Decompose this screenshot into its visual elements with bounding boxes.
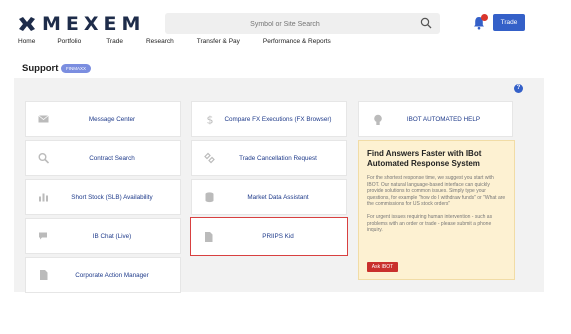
tile-compare-fx[interactable]: $ Compare FX Executions (FX Browser) xyxy=(191,101,347,137)
tile-contract-search[interactable]: Contract Search xyxy=(25,140,181,176)
tile-label: IB Chat (Live) xyxy=(92,232,132,240)
tile-label: Market Data Assistant xyxy=(247,193,309,201)
database-icon xyxy=(205,192,214,203)
site-search xyxy=(165,13,440,35)
tile-message-center[interactable]: Message Center xyxy=(25,101,181,137)
tile-label: Compare FX Executions (FX Browser) xyxy=(224,115,332,123)
help-icon[interactable]: ? xyxy=(514,84,523,93)
ask-ibot-button[interactable]: Ask IBOT xyxy=(367,262,398,272)
tile-ibot-automated-help[interactable]: IBOT AUTOMATED HELP xyxy=(358,101,513,137)
ibot-info-card: Find Answers Faster with IBot Automated … xyxy=(358,140,515,280)
tile-label: Message Center xyxy=(88,115,136,123)
tile-market-data[interactable]: Market Data Assistant xyxy=(191,179,347,215)
search-input[interactable] xyxy=(165,14,405,35)
tile-short-stock[interactable]: Short Stock (SLB) Availability xyxy=(25,179,181,215)
document-icon xyxy=(40,270,48,280)
nav-item-home[interactable]: Home xyxy=(18,38,35,45)
bar-chart-icon xyxy=(39,193,48,202)
logo-icon xyxy=(19,17,35,31)
tile-label: PRIIPS Kid xyxy=(262,233,294,240)
tile-priips-kid[interactable]: PRIIPS Kid xyxy=(190,217,348,256)
page-title: Support xyxy=(22,63,59,74)
brand-logo[interactable]: MEXEM xyxy=(18,13,145,35)
nav-item-portfolio[interactable]: Portfolio xyxy=(57,38,81,45)
account-badge: FINMAXX xyxy=(61,64,91,73)
tile-label: IBOT AUTOMATED HELP xyxy=(406,116,481,123)
dollar-icon: $ xyxy=(207,114,214,125)
envelope-icon xyxy=(38,115,49,123)
tile-label: Short Stock (SLB) Availability xyxy=(71,193,153,201)
nav-item-performance-reports[interactable]: Performance & Reports xyxy=(263,38,331,45)
broken-link-icon xyxy=(204,152,215,164)
notification-badge xyxy=(481,14,488,21)
tile-label: Contract Search xyxy=(89,154,135,162)
nav-item-trade[interactable]: Trade xyxy=(106,38,123,45)
document-icon xyxy=(205,231,213,242)
svg-text:$: $ xyxy=(207,114,214,125)
search-icon xyxy=(38,153,49,164)
tile-trade-cancellation[interactable]: Trade Cancellation Request xyxy=(191,140,347,176)
main-nav: Home Portfolio Trade Research Transfer &… xyxy=(18,38,331,45)
chat-icon xyxy=(39,232,47,240)
trade-button[interactable]: Trade xyxy=(493,14,525,31)
tile-corporate-action[interactable]: Corporate Action Manager xyxy=(25,257,181,293)
brand-name: MEXEM xyxy=(42,13,146,35)
info-paragraph: For the shortest response time, we sugge… xyxy=(367,175,506,208)
info-heading: Find Answers Faster with IBot Automated … xyxy=(367,149,482,168)
nav-item-research[interactable]: Research xyxy=(146,38,174,45)
search-icon[interactable] xyxy=(420,17,432,29)
tile-ib-chat[interactable]: IB Chat (Live) xyxy=(25,218,181,254)
tile-label: Corporate Action Manager xyxy=(75,271,149,279)
top-header: MEXEM Trade Home Portfolio Trade Researc… xyxy=(0,0,571,52)
nav-item-transfer-pay[interactable]: Transfer & Pay xyxy=(197,38,240,45)
info-paragraph: For urgent issues requiring human interv… xyxy=(367,213,493,234)
tile-label: Trade Cancellation Request xyxy=(239,154,317,162)
